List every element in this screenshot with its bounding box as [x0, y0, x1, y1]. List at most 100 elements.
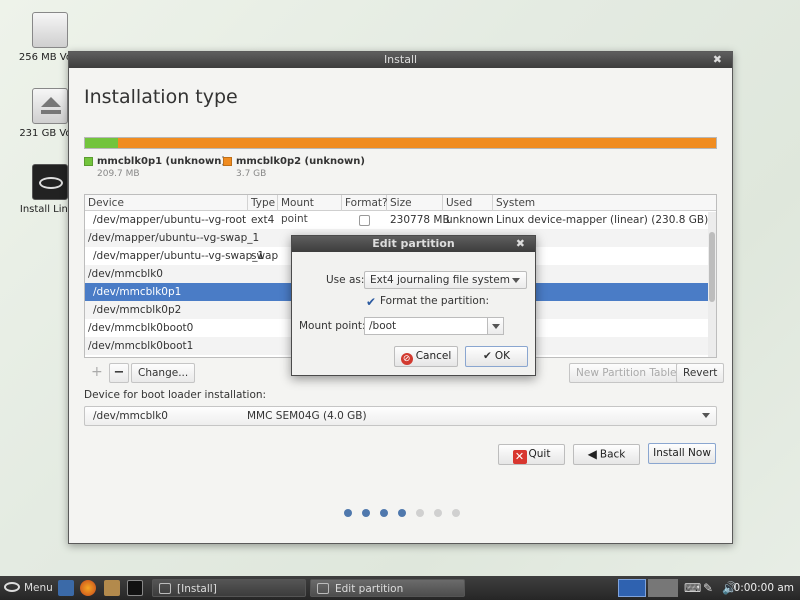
show-desktop-icon[interactable] [58, 580, 74, 596]
boot-loader-select[interactable]: /dev/mmcblk0 MMC SEM04G (4.0 GB) [84, 406, 717, 426]
use-as-value: Ext4 journaling file system [370, 274, 510, 286]
window-icon [317, 583, 329, 594]
legend-swatch [223, 156, 232, 166]
progress-dot [362, 509, 370, 517]
mount-point-value: /boot [369, 320, 397, 332]
col-size[interactable]: Size [387, 195, 443, 211]
menu-logo-icon [4, 582, 20, 592]
chevron-down-icon [512, 278, 520, 283]
cell-device: /dev/mmcblk0p2 [93, 304, 182, 316]
ok-check-icon: ✔ [483, 350, 492, 362]
progress-dots [344, 507, 470, 520]
task-label: Edit partition [335, 583, 404, 595]
partition-bar [84, 137, 717, 149]
cell-device: /dev/mmcblk0boot0 [88, 322, 194, 334]
table-scrollbar[interactable] [708, 212, 716, 357]
check-icon: ✔ [366, 295, 377, 309]
cell-device: /dev/mmcblk0boot1 [88, 340, 194, 352]
edit-partition-dialog: Edit partition ✖ Use as: Ext4 journaling… [291, 235, 536, 376]
col-device[interactable]: Device [85, 195, 248, 211]
change-partition-button[interactable]: Change... [131, 363, 196, 383]
boot-device-description: MMC SEM04G (4.0 GB) [247, 410, 367, 422]
new-partition-table-button[interactable]: New Partition Table... [569, 363, 694, 383]
back-label: Back [599, 448, 626, 461]
cell-device: /dev/mmcblk0p1 [93, 286, 182, 298]
close-icon[interactable]: ✖ [713, 52, 722, 68]
progress-dot [434, 509, 442, 517]
format-checkbox[interactable] [359, 211, 370, 229]
cell-system: Linux device-mapper (linear) (230.8 GB) [496, 214, 709, 226]
quit-icon: ✕ [512, 450, 527, 464]
close-icon[interactable]: ✖ [516, 236, 525, 252]
cell-type: ext4 [251, 214, 275, 226]
chevron-down-icon [702, 413, 710, 418]
firefox-icon[interactable] [80, 580, 96, 596]
col-format[interactable]: Format? [342, 195, 388, 211]
partition-segment-p1 [85, 138, 118, 148]
install-now-button[interactable]: Install Now [648, 443, 716, 464]
installer-icon [32, 164, 68, 200]
clock[interactable]: 0:00:00 am [734, 579, 794, 597]
col-mount[interactable]: Mount point [278, 195, 342, 225]
progress-dot [452, 509, 460, 517]
menu-button[interactable]: Menu [4, 579, 53, 597]
cell-device: /dev/mapper/ubuntu--vg-root [93, 214, 247, 226]
mount-point-input[interactable]: /boot [364, 317, 504, 335]
legend-size: 209.7 MB [97, 169, 140, 179]
table-header: Device Type Mount point Format? Size Use… [85, 195, 716, 225]
revert-button[interactable]: Revert [676, 363, 725, 383]
cell-size: 230778 MB [390, 214, 450, 226]
taskbar-task-install[interactable]: [Install] [152, 579, 306, 597]
network-icon[interactable]: ✎ [703, 579, 717, 597]
format-partition-checkbox[interactable]: ✔ Format the partition: [366, 295, 489, 308]
workspace-2[interactable] [648, 579, 678, 597]
format-label: Format the partition: [380, 295, 490, 307]
legend-size: 3.7 GB [236, 169, 267, 179]
dialog-title: Edit partition [372, 237, 455, 250]
keyboard-icon[interactable]: ⌨ [684, 579, 701, 597]
progress-dot [416, 509, 424, 517]
progress-dot [398, 509, 406, 517]
table-row[interactable]: /dev/mapper/ubuntu--vg-root ext4 230778 … [85, 211, 716, 229]
window-icon [159, 583, 171, 594]
workspace-1[interactable] [618, 579, 646, 597]
add-partition-button[interactable]: + [91, 363, 103, 383]
back-arrow-icon: ◀ [587, 447, 597, 461]
legend-swatch [84, 156, 93, 166]
legend-item-p2: mmcblk0p2 (unknown) 3.7 GB [223, 156, 365, 179]
eject-drive-icon [32, 88, 68, 124]
dialog-titlebar[interactable]: Edit partition ✖ [292, 236, 535, 252]
cell-type: swap [251, 250, 279, 262]
mount-point-dropdown[interactable] [487, 317, 504, 335]
use-as-select[interactable]: Ext4 journaling file system [364, 271, 527, 289]
legend-name: mmcblk0p2 (unknown) [236, 156, 365, 167]
chevron-down-icon [492, 324, 500, 329]
col-type[interactable]: Type [248, 195, 278, 211]
taskbar: Menu [Install] Edit partition ⌨ ✎ 🔊 0:00… [0, 576, 800, 600]
col-used[interactable]: Used [443, 195, 493, 211]
taskbar-task-edit-partition[interactable]: Edit partition [310, 579, 465, 597]
back-button[interactable]: ◀ Back [573, 444, 640, 465]
task-label: [Install] [177, 583, 217, 595]
progress-dot [380, 509, 388, 517]
use-as-label: Use as: [326, 274, 365, 286]
window-title: Install [383, 53, 418, 66]
cancel-button[interactable]: ⊘ Cancel [394, 346, 458, 367]
scrollbar-thumb[interactable] [709, 232, 715, 302]
ok-button[interactable]: ✔ OK [465, 346, 528, 367]
drive-icon [32, 12, 68, 48]
cell-device: /dev/mmcblk0 [88, 268, 163, 280]
file-manager-icon[interactable] [104, 580, 120, 596]
terminal-icon[interactable] [127, 580, 143, 596]
cell-device: /dev/mapper/ubuntu--vg-swap_1 [93, 250, 265, 262]
ok-label: OK [494, 350, 510, 362]
cancel-label: Cancel [415, 350, 452, 362]
window-titlebar[interactable]: Install ✖ [69, 52, 732, 68]
quit-button[interactable]: ✕ Quit [498, 444, 565, 465]
boot-device: /dev/mmcblk0 [93, 410, 168, 422]
legend-name: mmcblk0p1 (unknown) [97, 156, 226, 167]
cell-device: /dev/mapper/ubuntu--vg-swap_1 [88, 232, 260, 244]
page-title: Installation type [84, 86, 238, 108]
col-system[interactable]: System [493, 195, 716, 211]
remove-partition-button[interactable]: − [109, 363, 129, 383]
